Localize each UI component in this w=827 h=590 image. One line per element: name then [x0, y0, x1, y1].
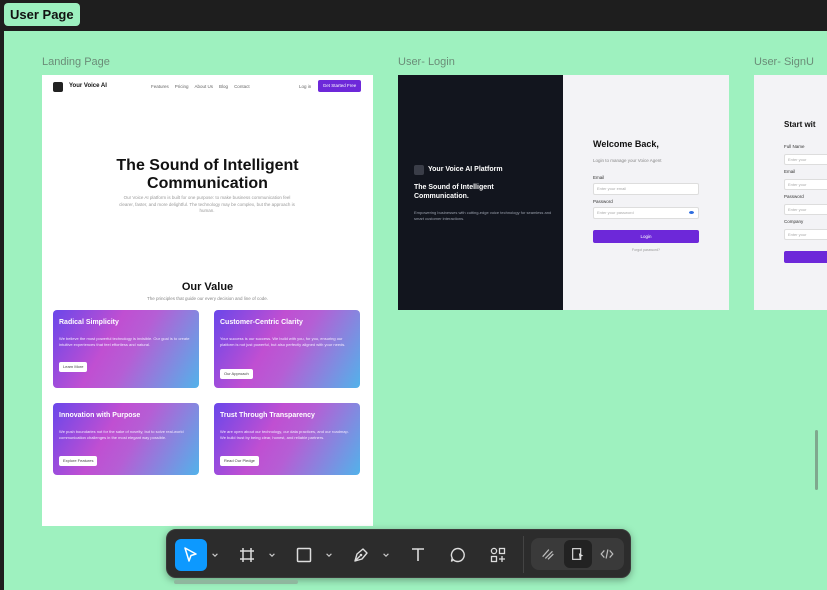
code-icon: [600, 549, 614, 559]
chevron-down-icon: [383, 553, 389, 557]
frame-tool-caret[interactable]: [267, 549, 277, 561]
horizontal-scrollbar[interactable]: [174, 580, 298, 584]
nav-link-pricing[interactable]: Pricing: [175, 84, 189, 89]
hero-title: The Sound of Intelligent Communication: [42, 157, 373, 193]
landing-page-frame[interactable]: Your Voice AI Features Pricing About Us …: [42, 75, 373, 526]
comment-icon: [450, 547, 465, 563]
vertical-scrollbar[interactable]: [815, 430, 818, 490]
move-tool-button[interactable]: [175, 539, 207, 571]
pen-tool-caret[interactable]: [381, 549, 391, 561]
card-text: We push boundaries not for the sake of n…: [59, 429, 184, 440]
value-title: Our Value: [181, 281, 234, 293]
email-label: Email: [593, 175, 605, 180]
design-icon: [572, 548, 584, 560]
landing-brand: Your Voice AI: [69, 83, 107, 89]
pen-icon: [354, 548, 368, 562]
login-brand: Your Voice AI Platform: [428, 166, 503, 173]
nav-link-about[interactable]: About Us: [195, 84, 214, 89]
chevron-down-icon: [212, 553, 218, 557]
login-description: Empowering businesses with cutting-edge …: [414, 210, 552, 221]
signup-field-label: Email: [784, 169, 796, 174]
brand-logo-icon: [414, 165, 424, 175]
value-card: Customer-Centric Clarity Your success is…: [214, 310, 360, 388]
frame-tool-button[interactable]: [231, 539, 263, 571]
signup-field-input[interactable]: Enter your: [784, 179, 827, 190]
email-field[interactable]: Enter your email: [593, 183, 699, 195]
frame-icon: [240, 548, 254, 562]
card-title: Radical Simplicity: [59, 319, 119, 326]
dev-mode-button[interactable]: [593, 540, 621, 568]
signup-field-label: Full Name: [784, 144, 805, 149]
signup-field-input[interactable]: Enter your: [784, 204, 827, 215]
nav-link-features[interactable]: Features: [151, 84, 169, 89]
actions-tool-button[interactable]: [482, 539, 514, 571]
design-mode-button[interactable]: [564, 540, 592, 568]
password-label: Password: [593, 199, 613, 204]
signup-button[interactable]: [784, 251, 827, 263]
login-subtitle: Login to manage your Voice Agent: [593, 158, 662, 163]
shape-tool-button[interactable]: [288, 539, 320, 571]
top-bar: User Page: [0, 0, 827, 31]
toolbar-divider: [523, 536, 524, 573]
card-text: Your success is our success. We build wi…: [220, 336, 346, 347]
card-text: We believe the most powerful technology …: [59, 336, 190, 347]
get-started-button[interactable]: Get Started Free: [318, 80, 361, 92]
brand-logo-icon: [53, 82, 63, 92]
nav-link-blog[interactable]: Blog: [219, 84, 228, 89]
rectangle-icon: [296, 547, 312, 563]
frame-label-landing[interactable]: Landing Page: [42, 56, 110, 68]
signup-title: Start wit: [784, 120, 816, 129]
draw-icon: [542, 549, 554, 560]
shape-tool-caret[interactable]: [324, 549, 334, 561]
text-tool-button[interactable]: [402, 539, 434, 571]
password-field[interactable]: Enter your password: [593, 207, 699, 219]
landing-nav: Your Voice AI Features Pricing About Us …: [42, 75, 373, 99]
frame-label-login[interactable]: User- Login: [398, 56, 455, 68]
pen-tool-button[interactable]: [345, 539, 377, 571]
card-button[interactable]: Read Our Pledge: [220, 456, 259, 466]
move-tool-caret[interactable]: [210, 549, 220, 561]
eye-icon[interactable]: [689, 211, 694, 214]
shapes-plus-icon: [490, 547, 506, 563]
login-left-panel: Your Voice AI Platform The Sound of Inte…: [398, 75, 563, 310]
section-tag[interactable]: User Page: [4, 3, 80, 26]
comment-tool-button[interactable]: [442, 539, 474, 571]
card-button[interactable]: Learn More: [59, 362, 88, 372]
login-title: Welcome Back,: [593, 139, 659, 149]
login-frame[interactable]: Your Voice AI Platform The Sound of Inte…: [398, 75, 729, 310]
nav-link-contact[interactable]: Contact: [234, 84, 250, 89]
signup-field-input[interactable]: Enter your: [784, 154, 827, 165]
forgot-password-link[interactable]: Forgot password?: [593, 248, 699, 252]
value-card: Trust Through Transparency We are open a…: [214, 403, 360, 475]
login-button[interactable]: Login: [593, 230, 699, 243]
card-title: Trust Through Transparency: [220, 412, 315, 419]
frame-label-signup[interactable]: User- SignU: [754, 56, 814, 68]
hero-title-line1: The Sound of Intelligent: [116, 157, 299, 174]
value-card: Innovation with Purpose We push boundari…: [53, 403, 199, 475]
signup-field-label: Company: [784, 219, 804, 224]
card-button[interactable]: Our Approach: [220, 369, 253, 379]
mode-switcher: [531, 538, 624, 570]
value-subtitle: The principles that guide our every deci…: [146, 296, 269, 301]
text-icon: [412, 548, 424, 561]
landing-nav-links: Features Pricing About Us Blog Contact: [151, 84, 250, 89]
signup-field-input[interactable]: Enter your: [784, 229, 827, 240]
card-title: Customer-Centric Clarity: [220, 319, 303, 326]
value-card: Radical Simplicity We believe the most p…: [53, 310, 199, 388]
cursor-icon: [184, 547, 197, 562]
chevron-down-icon: [269, 553, 275, 557]
canvas-section[interactable]: Landing Page User- Login User- SignU You…: [4, 31, 827, 590]
signup-frame[interactable]: Start wit Full Name Enter your Email Ent…: [754, 75, 827, 310]
hero-subtitle: Our Voice AI platform is built for one p…: [119, 195, 295, 213]
signup-field-label: Password: [784, 194, 804, 199]
hero-title-line2: Communication: [147, 175, 268, 192]
bottom-toolbar: [166, 529, 631, 578]
chevron-down-icon: [326, 553, 332, 557]
login-headline: The Sound of Intelligent Communication.: [414, 184, 494, 200]
card-title: Innovation with Purpose: [59, 412, 141, 419]
landing-login-link[interactable]: Log in: [299, 84, 311, 89]
card-button[interactable]: Explore Features: [59, 456, 98, 466]
card-text: We are open about our technology, our da…: [220, 429, 349, 440]
draw-mode-button[interactable]: [534, 540, 562, 568]
